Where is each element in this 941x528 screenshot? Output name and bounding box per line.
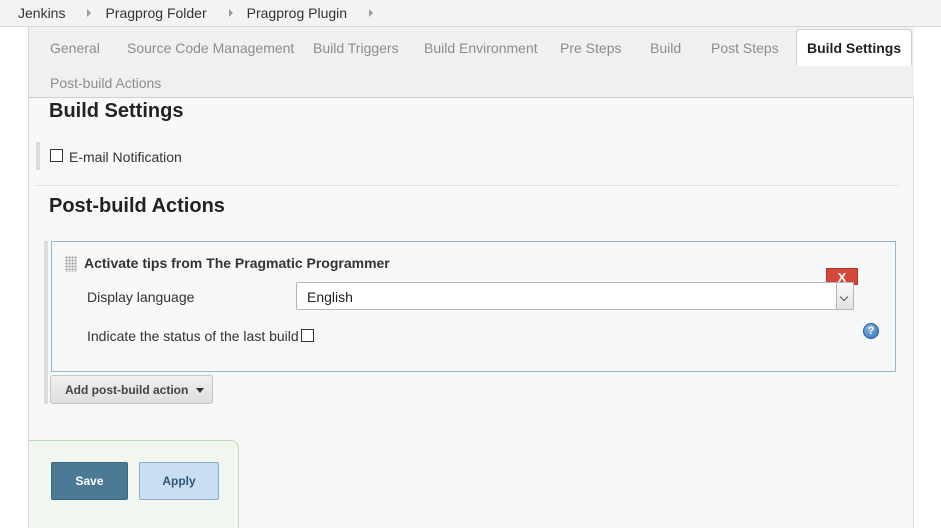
section-indent-bar [36, 142, 40, 170]
tab-build[interactable]: Build [650, 40, 681, 56]
chevron-right-icon[interactable] [87, 9, 92, 17]
breadcrumb-pragprog-plugin[interactable]: Pragprog Plugin [247, 5, 347, 21]
status-last-build-checkbox[interactable] [301, 329, 314, 342]
chevron-right-icon[interactable] [369, 9, 374, 17]
display-language-label: Display language [87, 289, 195, 305]
step-title: Activate tips from The Pragmatic Program… [84, 255, 390, 271]
tab-post-build-actions[interactable]: Post-build Actions [50, 75, 161, 91]
apply-button[interactable]: Apply [139, 462, 219, 500]
caret-down-icon [196, 388, 204, 393]
post-build-indent-bar [44, 241, 48, 404]
build-settings-heading: Build Settings [49, 100, 184, 122]
tab-general[interactable]: General [50, 40, 100, 56]
section-divider [34, 185, 899, 186]
breadcrumb-pragprog-folder[interactable]: Pragprog Folder [105, 5, 206, 21]
email-notification-checkbox[interactable] [50, 149, 63, 162]
help-icon[interactable]: ? [863, 323, 879, 339]
chevron-down-icon[interactable] [836, 283, 853, 309]
tab-source-code-management[interactable]: Source Code Management [127, 40, 294, 56]
form-button-bar: Save Apply [29, 440, 239, 528]
save-button[interactable]: Save [51, 462, 128, 500]
config-panel: General Source Code Management Build Tri… [28, 27, 914, 528]
post-build-actions-heading: Post-build Actions [49, 195, 225, 217]
add-post-build-action-button[interactable]: Add post-build action [50, 375, 213, 404]
status-last-build-label: Indicate the status of the last build [87, 328, 299, 344]
tab-build-settings[interactable]: Build Settings [796, 29, 913, 66]
chevron-right-icon[interactable] [228, 9, 233, 17]
tab-build-environment[interactable]: Build Environment [424, 40, 538, 56]
breadcrumb: Jenkins Pragprog Folder Pragprog Plugin [0, 0, 941, 27]
tab-build-triggers[interactable]: Build Triggers [313, 40, 399, 56]
display-language-value: English [307, 289, 353, 305]
drag-handle-icon[interactable] [65, 256, 77, 272]
add-post-build-action-label: Add post-build action [65, 383, 189, 397]
email-notification-label: E-mail Notification [69, 149, 182, 165]
breadcrumb-jenkins[interactable]: Jenkins [18, 5, 65, 21]
config-tabbar: General Source Code Management Build Tri… [29, 27, 914, 98]
tab-post-steps[interactable]: Post Steps [711, 40, 779, 56]
display-language-select[interactable]: English [296, 282, 854, 310]
tab-pre-steps[interactable]: Pre Steps [560, 40, 621, 56]
